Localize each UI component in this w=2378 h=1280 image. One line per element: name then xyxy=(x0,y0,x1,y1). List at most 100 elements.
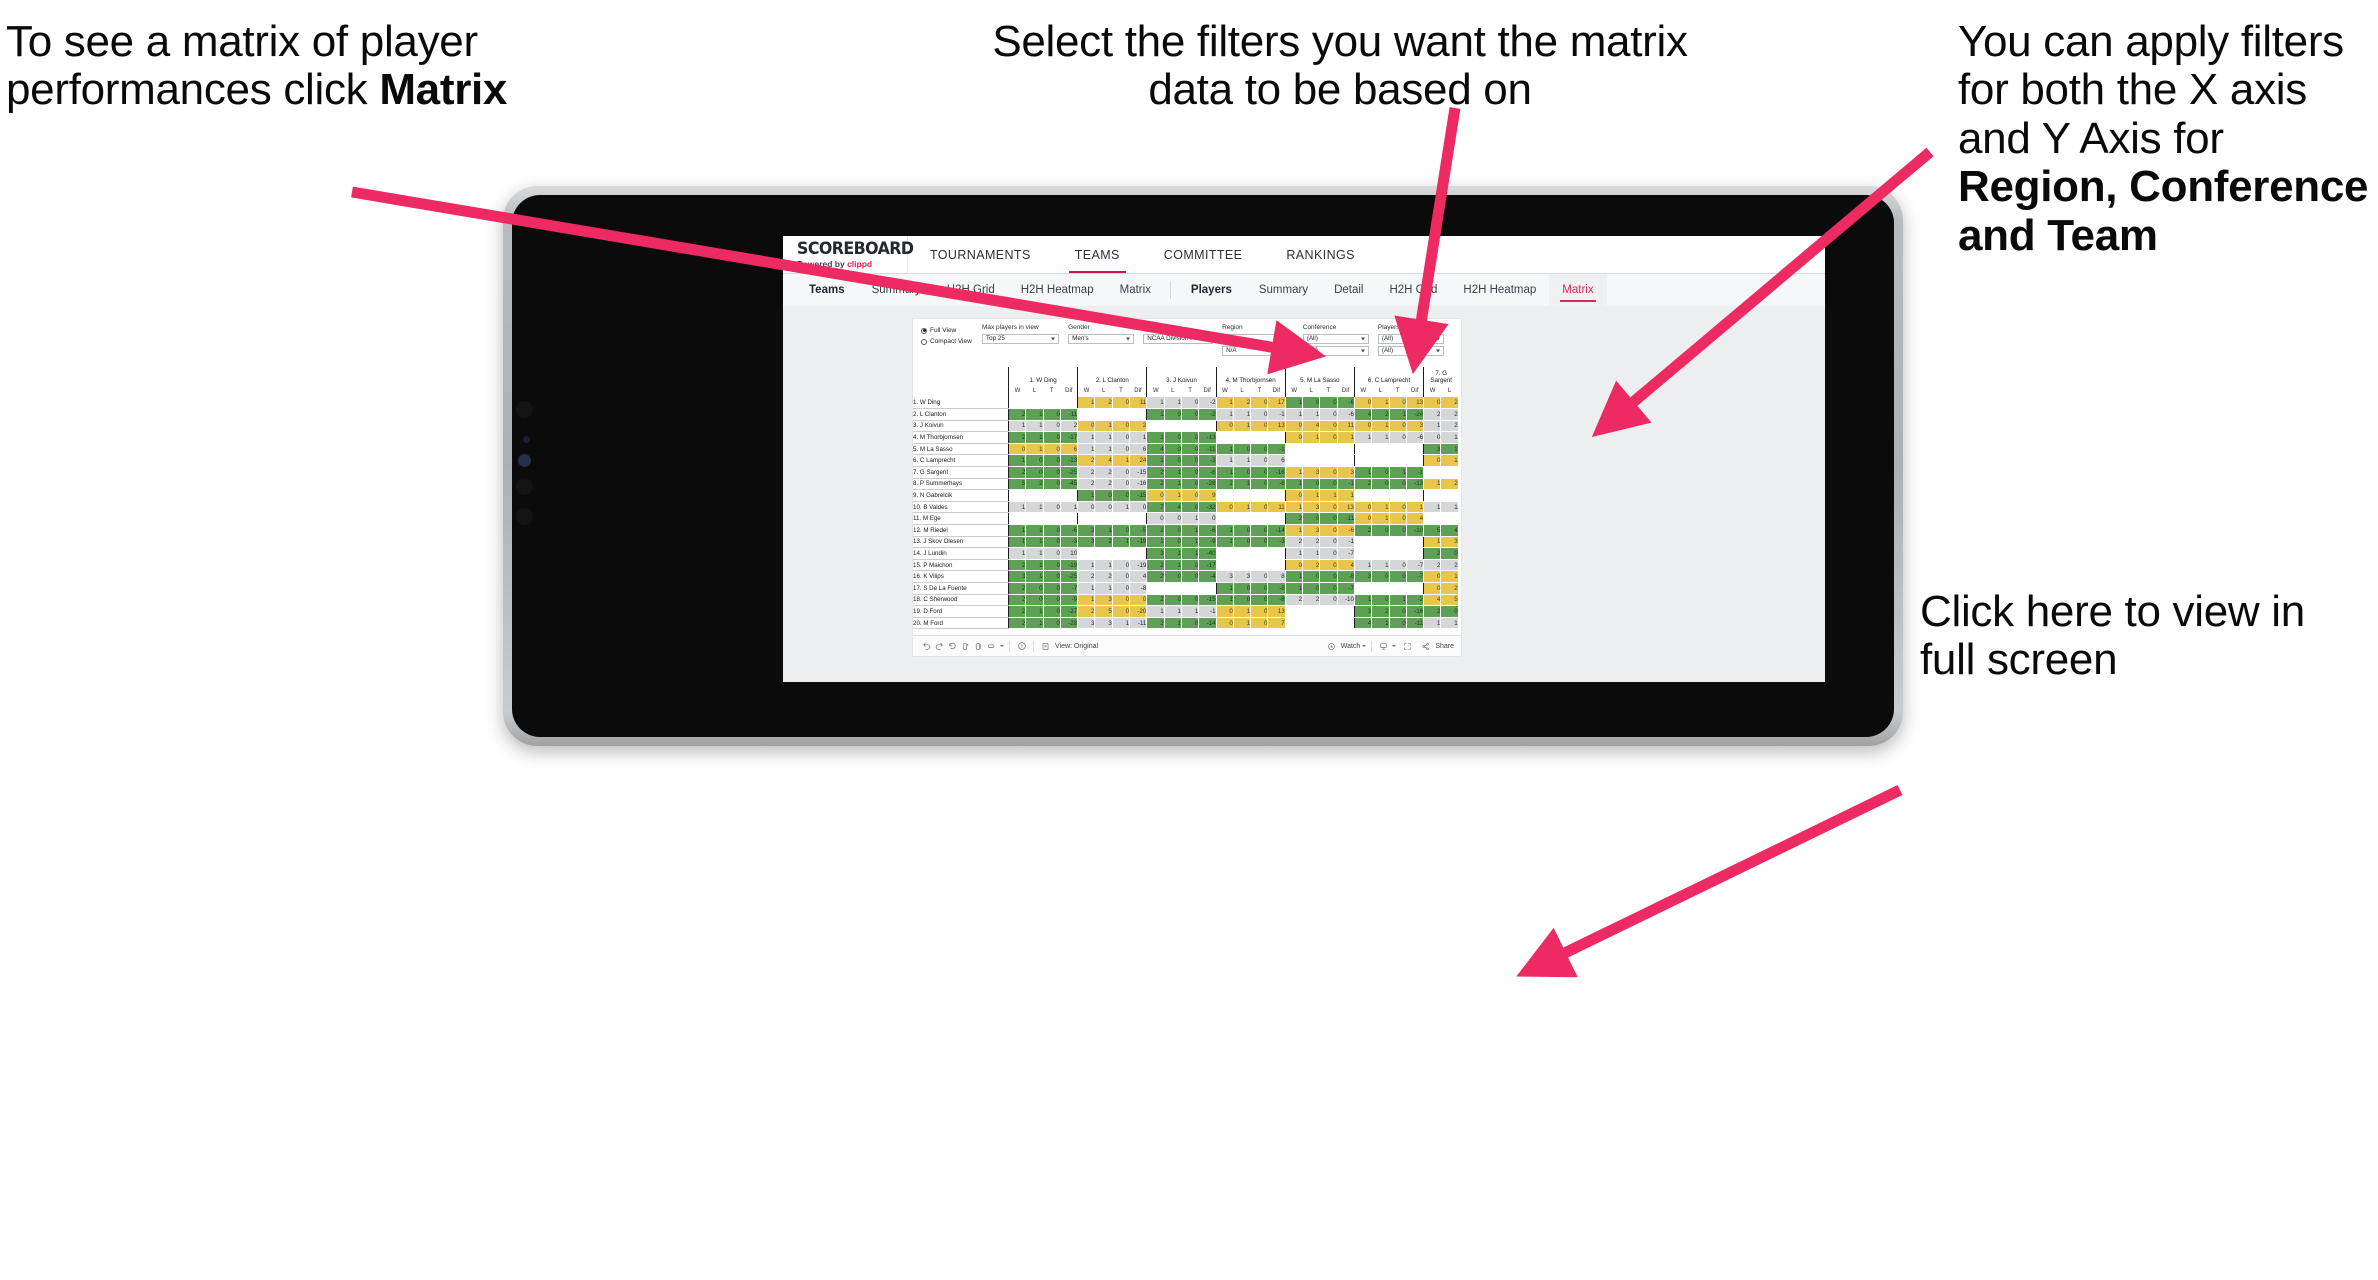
matrix-data-cell[interactable]: 0 xyxy=(1423,582,1442,595)
matrix-data-cell[interactable]: 2 xyxy=(1284,536,1304,549)
matrix-data-cell[interactable]: -19 xyxy=(1129,559,1148,572)
matrix-column-player-header[interactable]: 6. C Lamprecht xyxy=(1353,367,1424,384)
matrix-data-cell[interactable] xyxy=(1302,605,1320,618)
matrix-data-cell[interactable]: 0 xyxy=(1043,431,1061,444)
filter-conference-y-select[interactable]: (All) xyxy=(1302,345,1369,356)
matrix-data-cell[interactable]: 4 xyxy=(1406,512,1425,526)
matrix-data-cell[interactable] xyxy=(1146,420,1165,433)
matrix-data-cell[interactable]: 0 xyxy=(1250,454,1269,468)
matrix-data-cell[interactable]: 0 xyxy=(1250,536,1269,549)
matrix-data-cell[interactable]: 0 xyxy=(1353,397,1373,410)
matrix-data-cell[interactable]: 0 xyxy=(1319,594,1338,607)
matrix-column-player-header[interactable]: 2. L Clanton xyxy=(1077,367,1147,384)
matrix-data-cell[interactable]: 1 xyxy=(1077,443,1096,456)
matrix-data-cell[interactable] xyxy=(1043,397,1061,410)
matrix-data-cell[interactable]: -27 xyxy=(1060,605,1079,618)
matrix-data-cell[interactable]: 13 xyxy=(1267,420,1286,433)
matrix-data-cell[interactable]: 0 xyxy=(1164,512,1182,526)
matrix-data-cell[interactable]: 1 xyxy=(1094,443,1113,456)
matrix-data-cell[interactable]: 0 xyxy=(1250,582,1269,595)
device-layout-icon[interactable] xyxy=(1377,640,1390,653)
matrix-data-cell[interactable]: 1 xyxy=(1025,501,1044,514)
matrix-data-cell[interactable]: 2 xyxy=(1440,559,1459,572)
matrix-data-cell[interactable]: 0 xyxy=(1181,443,1200,456)
matrix-data-cell[interactable]: 1 xyxy=(1164,605,1182,618)
filter-max-players-select[interactable]: Top 25 xyxy=(981,333,1060,344)
matrix-data-cell[interactable]: 0 xyxy=(1353,420,1373,433)
matrix-data-cell[interactable]: -13 xyxy=(1406,478,1425,491)
matrix-data-cell[interactable] xyxy=(1406,536,1424,549)
matrix-data-cell[interactable] xyxy=(1112,512,1130,526)
matrix-data-cell[interactable]: 0 xyxy=(1319,420,1338,433)
matrix-data-cell[interactable]: 0 xyxy=(1423,570,1442,583)
matrix-data-cell[interactable]: 3 xyxy=(1233,570,1252,583)
matrix-data-cell[interactable]: 4 xyxy=(1129,570,1148,583)
matrix-data-cell[interactable] xyxy=(1267,431,1286,444)
matrix-data-cell[interactable]: -5 xyxy=(1129,524,1148,537)
matrix-data-cell[interactable]: 1 xyxy=(1440,454,1459,468)
matrix-data-cell[interactable]: 1 xyxy=(1233,478,1252,491)
matrix-data-cell[interactable]: -1 xyxy=(1198,605,1217,618)
matrix-data-cell[interactable]: 0 xyxy=(1371,466,1390,479)
matrix-data-cell[interactable]: -1 xyxy=(1267,443,1286,456)
matrix-data-cell[interactable]: 1 xyxy=(1129,431,1148,444)
matrix-data-cell[interactable]: -2 xyxy=(1406,594,1425,607)
matrix-data-cell[interactable]: 1 xyxy=(1181,524,1200,537)
matrix-data-cell[interactable]: 0 xyxy=(1112,605,1131,618)
matrix-data-cell[interactable] xyxy=(1423,512,1441,526)
matrix-data-cell[interactable]: 0 xyxy=(1233,536,1252,549)
matrix-data-cell[interactable]: 0 xyxy=(1043,501,1061,514)
matrix-data-cell[interactable]: 0 xyxy=(1233,443,1252,456)
matrix-data-cell[interactable] xyxy=(1025,397,1044,410)
matrix-data-cell[interactable]: 3 xyxy=(1077,524,1096,537)
matrix-data-cell[interactable]: 0 xyxy=(1043,570,1061,583)
matrix-data-cell[interactable] xyxy=(1233,431,1251,444)
matrix-data-cell[interactable]: 2 xyxy=(1146,594,1165,607)
matrix-data-cell[interactable]: 3 xyxy=(1215,570,1234,583)
matrix-data-cell[interactable]: 0 xyxy=(1094,489,1113,502)
matrix-data-cell[interactable]: 0 xyxy=(1389,501,1407,514)
matrix-data-cell[interactable] xyxy=(1250,489,1268,502)
matrix-data-cell[interactable]: 0 xyxy=(1284,420,1304,433)
matrix-data-cell[interactable]: 1 xyxy=(1337,431,1355,444)
matrix-data-cell[interactable]: 0 xyxy=(1250,524,1269,537)
matrix-row-player-label[interactable]: 18. C Sherwood xyxy=(913,594,1009,607)
matrix-data-cell[interactable]: -10 xyxy=(1337,594,1355,607)
matrix-data-cell[interactable]: 0 xyxy=(1389,524,1407,537)
matrix-data-cell[interactable]: 0 xyxy=(1319,524,1338,537)
matrix-data-cell[interactable]: 1 xyxy=(1112,617,1131,630)
matrix-data-cell[interactable] xyxy=(1353,547,1372,560)
matrix-data-cell[interactable] xyxy=(1233,559,1251,572)
matrix-data-cell[interactable]: 1 xyxy=(1164,617,1182,630)
matrix-data-cell[interactable]: 0 xyxy=(1319,559,1338,572)
matrix-data-cell[interactable]: 1 xyxy=(1077,397,1096,410)
matrix-data-cell[interactable]: 0 xyxy=(1250,478,1269,491)
matrix-data-cell[interactable]: 1 xyxy=(1371,512,1390,526)
matrix-data-cell[interactable]: -9 xyxy=(1060,594,1079,607)
pause-icon[interactable] xyxy=(972,640,985,653)
matrix-data-cell[interactable]: 0 xyxy=(1250,420,1269,433)
matrix-data-cell[interactable]: -7 xyxy=(1406,570,1425,583)
matrix-data-cell[interactable] xyxy=(1060,397,1078,410)
matrix-data-cell[interactable]: 0 xyxy=(1233,594,1252,607)
matrix-data-cell[interactable]: 0 xyxy=(1389,605,1407,618)
matrix-data-cell[interactable] xyxy=(1440,466,1459,479)
brand-logo[interactable]: SCOREBOARD Powered by clippd xyxy=(783,236,914,273)
matrix-data-cell[interactable]: 0 xyxy=(1440,547,1459,560)
matrix-data-cell[interactable]: 0 xyxy=(1164,443,1182,456)
matrix-data-cell[interactable]: 3 xyxy=(1353,605,1373,618)
matrix-data-cell[interactable] xyxy=(1077,512,1095,526)
matrix-data-cell[interactable]: 1 xyxy=(1007,501,1027,514)
matrix-data-cell[interactable]: 4 xyxy=(1146,443,1165,456)
matrix-data-cell[interactable]: 0 xyxy=(1233,466,1252,479)
matrix-data-cell[interactable]: 1 xyxy=(1423,536,1442,549)
matrix-data-cell[interactable]: 1 xyxy=(1146,454,1165,468)
matrix-data-cell[interactable] xyxy=(1302,617,1320,630)
matrix-data-cell[interactable]: 0 xyxy=(1164,570,1182,583)
matrix-data-cell[interactable] xyxy=(1112,408,1130,421)
matrix-data-cell[interactable] xyxy=(1129,408,1147,421)
matrix-data-cell[interactable]: 0 xyxy=(1025,466,1044,479)
matrix-data-cell[interactable]: 0 xyxy=(1112,524,1131,537)
matrix-data-cell[interactable]: 1 xyxy=(1181,547,1200,560)
matrix-data-cell[interactable]: 11 xyxy=(1337,420,1355,433)
